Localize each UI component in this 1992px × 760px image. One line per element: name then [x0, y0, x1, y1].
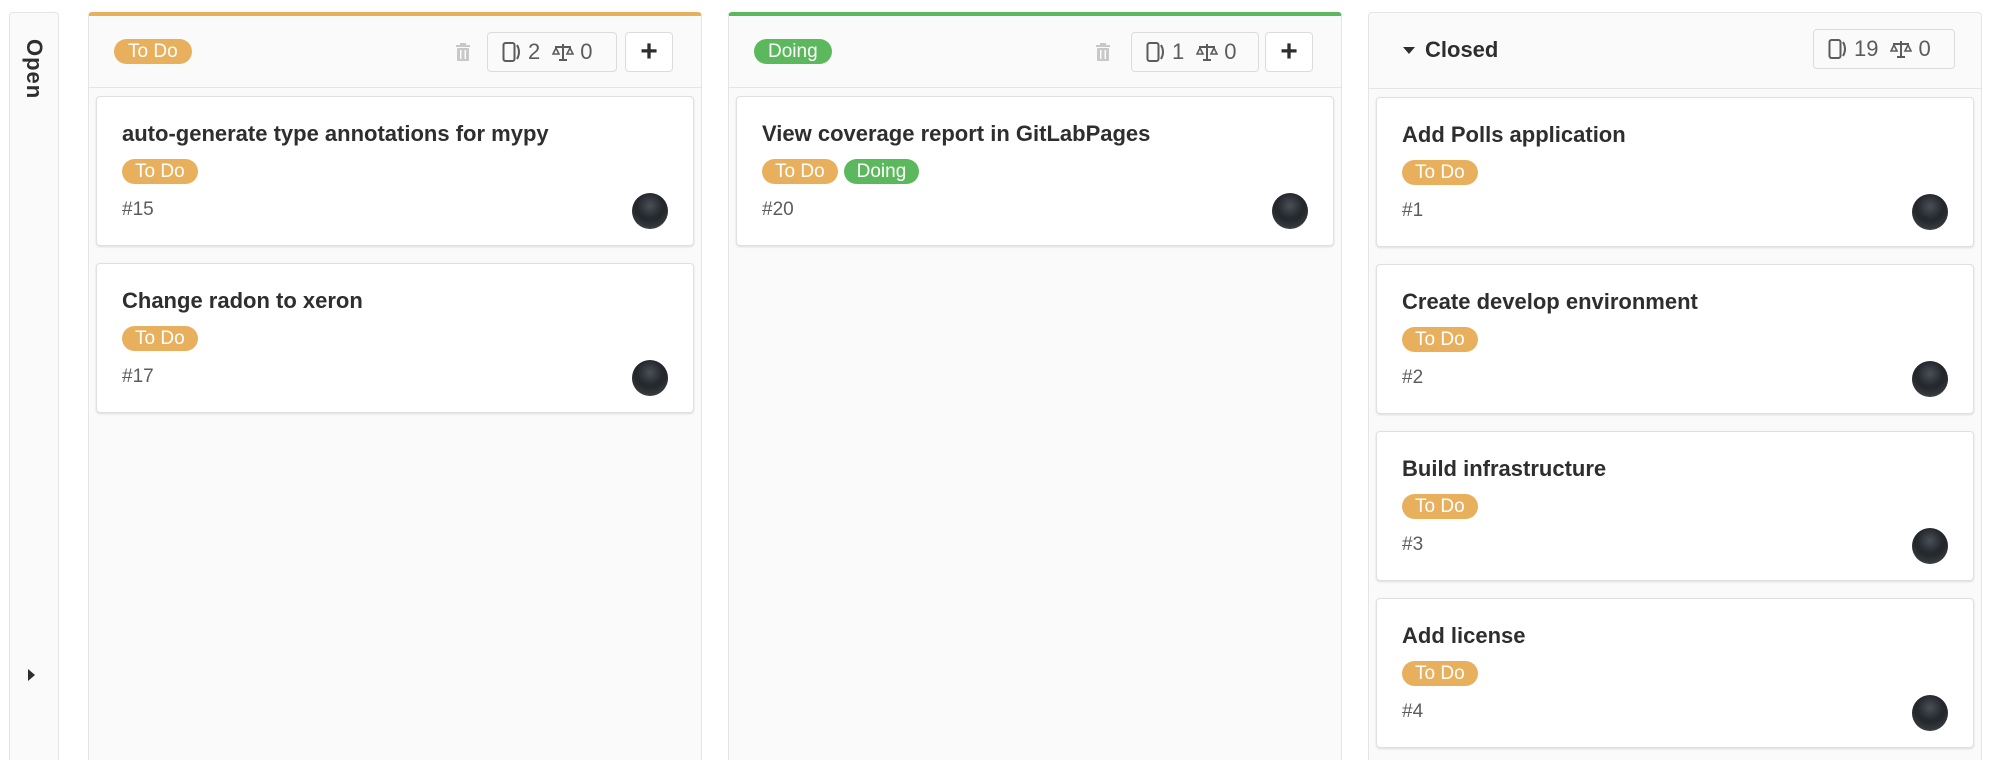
label-pill[interactable]: To Do	[1402, 160, 1478, 185]
card-title[interactable]: Change radon to xeron	[122, 288, 363, 314]
plus-icon: +	[640, 35, 658, 68]
weight-count: 0	[1918, 36, 1931, 61]
avatar[interactable]	[632, 193, 668, 229]
trash-icon[interactable]	[454, 42, 472, 62]
open-list-collapsed[interactable]: Open	[9, 12, 59, 760]
label-pill[interactable]: To Do	[1402, 494, 1478, 519]
issue-ref: #1	[1402, 200, 1424, 221]
card-title[interactable]: Add Polls application	[1402, 122, 1626, 148]
card-title[interactable]: Add license	[1402, 623, 1525, 649]
trash-icon[interactable]	[1094, 42, 1112, 62]
issue-card[interactable]: Create develop environment To Do #2	[1376, 264, 1974, 414]
issue-ref: #3	[1402, 534, 1424, 555]
issues-icon	[502, 42, 520, 62]
avatar[interactable]	[632, 360, 668, 396]
label-pill[interactable]: Doing	[843, 159, 920, 184]
issue-card[interactable]: View coverage report in GitLabPages To D…	[736, 96, 1334, 246]
list-counts-doing: 1 0	[1131, 32, 1259, 72]
list-closed: Closed 19 0 Add Polls application To Do …	[1368, 12, 1982, 760]
weight-count: 0	[1224, 39, 1237, 64]
card-title[interactable]: Build infrastructure	[1402, 456, 1606, 482]
issue-ref: #2	[1402, 367, 1424, 388]
issue-board: Open To Do 2 0 + auto-generate type anno…	[0, 0, 1992, 760]
list-todo: To Do 2 0 + auto-generate type annotatio…	[88, 12, 702, 760]
card-list-closed: Add Polls application To Do #1 Create de…	[1369, 89, 1981, 748]
card-labels: To Do	[122, 326, 198, 351]
avatar[interactable]	[1912, 528, 1948, 564]
label-pill[interactable]: To Do	[122, 326, 198, 351]
list-label-doing[interactable]: Doing	[754, 39, 832, 64]
issues-icon	[1146, 42, 1164, 62]
plus-icon: +	[1280, 35, 1298, 68]
card-list-doing: View coverage report in GitLabPages To D…	[729, 88, 1341, 246]
list-label-todo[interactable]: To Do	[114, 39, 192, 64]
issue-count: 1	[1172, 39, 1185, 64]
issue-card[interactable]: Add Polls application To Do #1	[1376, 97, 1974, 247]
issue-ref: #17	[122, 366, 154, 387]
weight-icon	[1196, 44, 1219, 61]
weight-icon	[1890, 41, 1913, 58]
list-header-doing: Doing 1 0 +	[729, 16, 1341, 88]
label-pill[interactable]: To Do	[1402, 661, 1478, 686]
list-counts-closed: 19 0	[1813, 29, 1955, 69]
caret-right-icon[interactable]	[28, 669, 35, 681]
card-labels: To Do	[1402, 327, 1478, 352]
card-labels: To Do	[1402, 661, 1478, 686]
avatar[interactable]	[1912, 361, 1948, 397]
avatar[interactable]	[1272, 193, 1308, 229]
issue-card[interactable]: Add license To Do #4	[1376, 598, 1974, 748]
avatar[interactable]	[1912, 695, 1948, 731]
closed-title-text: Closed	[1425, 37, 1499, 62]
card-labels: To Do Doing	[762, 159, 920, 184]
card-title[interactable]: Create develop environment	[1402, 289, 1698, 315]
issue-count: 2	[528, 39, 541, 64]
open-list-title: Open	[22, 39, 47, 100]
card-title[interactable]: View coverage report in GitLabPages	[762, 121, 1150, 147]
issue-ref: #15	[122, 199, 154, 220]
issue-card[interactable]: Build infrastructure To Do #3	[1376, 431, 1974, 581]
avatar[interactable]	[1912, 194, 1948, 230]
issue-ref: #20	[762, 199, 794, 220]
issue-card[interactable]: Change radon to xeron To Do #17	[96, 263, 694, 413]
card-title[interactable]: auto-generate type annotations for mypy	[122, 121, 549, 147]
card-labels: To Do	[1402, 494, 1478, 519]
issue-card[interactable]: auto-generate type annotations for mypy …	[96, 96, 694, 246]
issue-count: 19	[1854, 36, 1879, 61]
label-pill[interactable]: To Do	[762, 159, 838, 184]
list-doing: Doing 1 0 + View coverage report in GitL…	[728, 12, 1342, 760]
issue-ref: #4	[1402, 701, 1424, 722]
list-header-closed: Closed 19 0	[1369, 13, 1981, 89]
list-counts-todo: 2 0	[487, 32, 617, 72]
card-list-todo: auto-generate type annotations for mypy …	[89, 88, 701, 413]
list-title-closed[interactable]: Closed	[1403, 37, 1498, 63]
label-pill[interactable]: To Do	[122, 159, 198, 184]
caret-down-icon[interactable]	[1403, 46, 1415, 54]
label-pill[interactable]: To Do	[1402, 327, 1478, 352]
weight-count: 0	[580, 39, 593, 64]
card-labels: To Do	[1402, 160, 1478, 185]
weight-icon	[552, 44, 575, 61]
add-issue-button[interactable]: +	[1265, 32, 1313, 72]
issues-icon	[1828, 39, 1846, 59]
list-header-todo: To Do 2 0 +	[89, 16, 701, 88]
add-issue-button[interactable]: +	[625, 32, 673, 72]
card-labels: To Do	[122, 159, 198, 184]
